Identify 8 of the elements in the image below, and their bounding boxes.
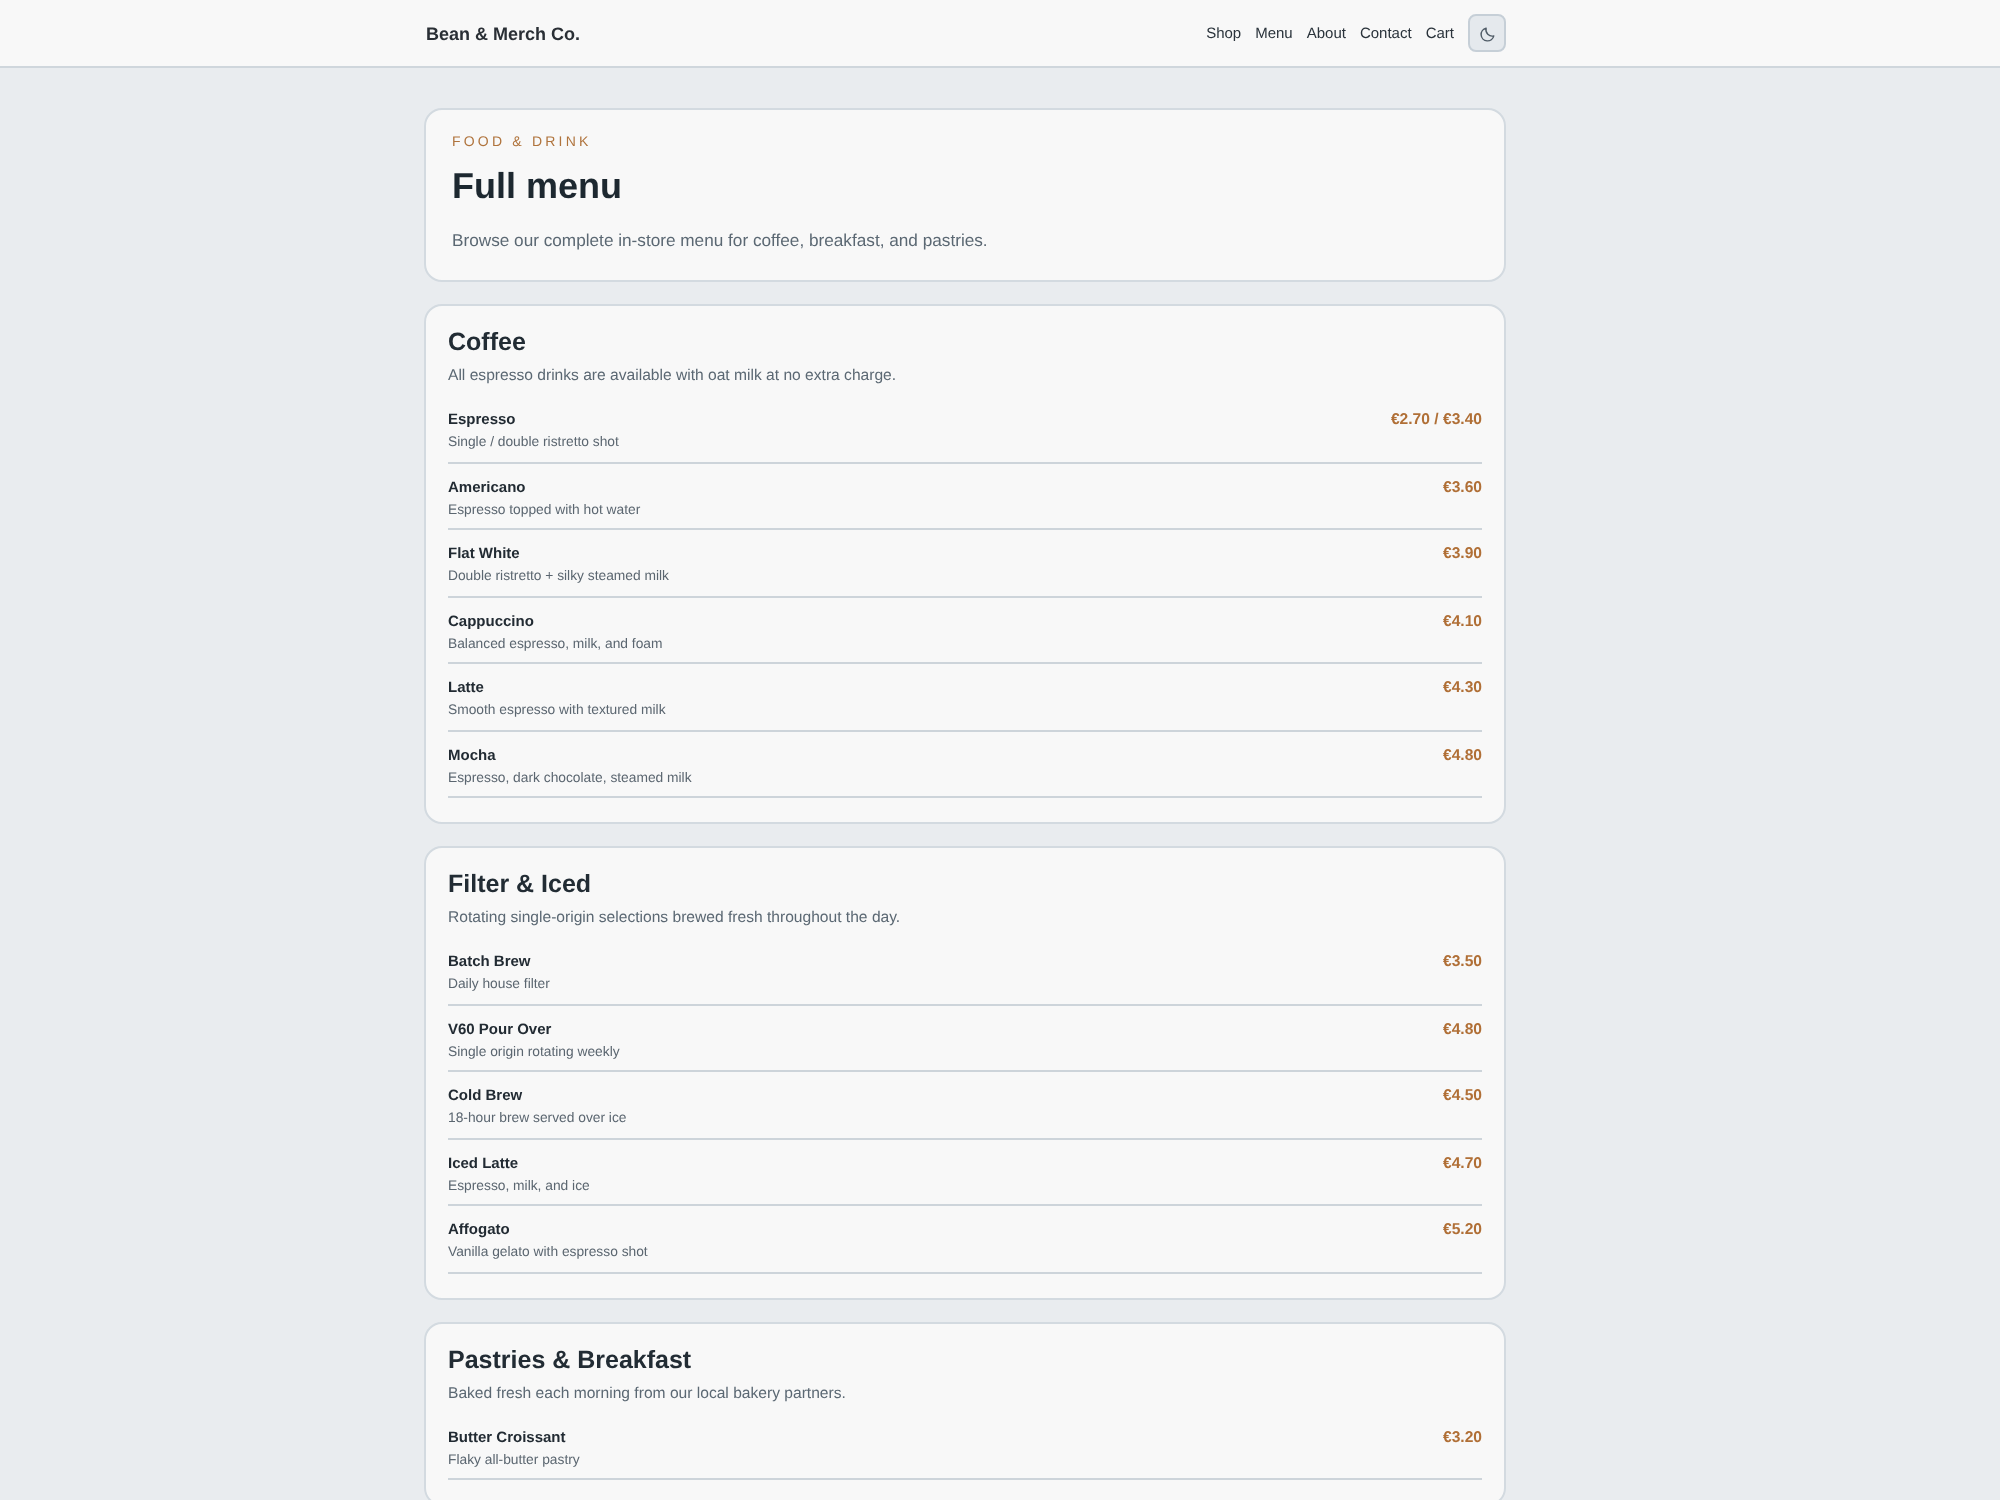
theme-toggle-button[interactable]	[1468, 14, 1506, 52]
section-title: Pastries & Breakfast	[448, 1343, 694, 1375]
section-title: Filter & Iced	[448, 868, 594, 900]
page-subtitle: Browse our complete in-store menu for coffee, breakfast, and pastries.	[452, 228, 990, 252]
page-title: Full menu	[452, 164, 624, 208]
brand-name[interactable]: Bean & Merch Co.	[424, 23, 581, 43]
section-title: Coffee	[448, 326, 528, 358]
moon-icon	[1479, 25, 1495, 41]
